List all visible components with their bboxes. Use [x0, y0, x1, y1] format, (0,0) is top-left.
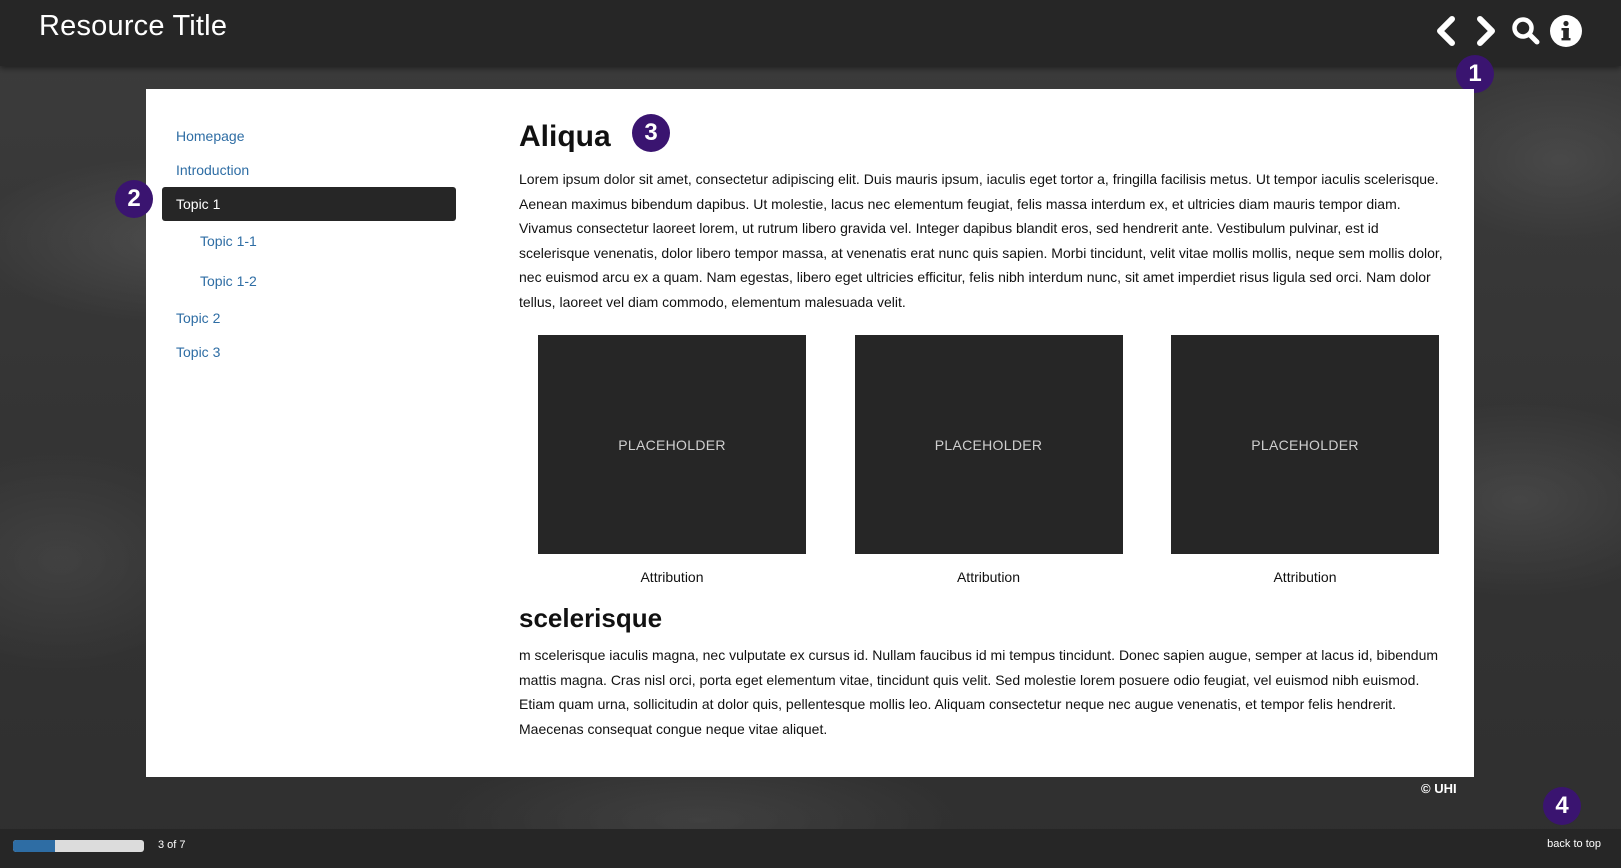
search-icon[interactable]: [1509, 14, 1543, 48]
resource-title: Resource Title: [39, 10, 228, 42]
nav-item-topic-2[interactable]: Topic 2: [162, 301, 456, 335]
content-panel: Homepage Introduction Topic 1 Topic 1-1 …: [146, 89, 1474, 777]
page-count: 3 of 7: [158, 839, 186, 851]
nav-item-topic-3[interactable]: Topic 3: [162, 335, 456, 369]
nav-item-topic-1-2[interactable]: Topic 1-2: [162, 261, 456, 301]
nav-item-topic-1[interactable]: Topic 1: [162, 187, 456, 221]
section-paragraph: m scelerisque iaculis magna, nec vulputa…: [519, 647, 1439, 737]
gallery-figure: PLACEHOLDER Attribution: [854, 335, 1123, 585]
callout-3: 3: [632, 114, 670, 152]
callout-2: 2: [115, 180, 153, 218]
main-content: Aliqua Lorem ipsum dolor sit amet, conse…: [519, 115, 1449, 741]
image-attribution: Attribution: [640, 569, 704, 585]
sidebar-nav: Homepage Introduction Topic 1 Topic 1-1 …: [162, 119, 456, 369]
gallery-figure: PLACEHOLDER Attribution: [538, 335, 806, 585]
info-icon[interactable]: [1549, 14, 1583, 48]
header-toolbar: [1429, 14, 1583, 48]
image-attribution: Attribution: [956, 569, 1021, 585]
callout-4: 4: [1543, 787, 1581, 825]
image-placeholder[interactable]: PLACEHOLDER: [1171, 335, 1439, 554]
nav-item-homepage[interactable]: Homepage: [162, 119, 456, 153]
image-gallery: PLACEHOLDER Attribution PLACEHOLDER Attr…: [519, 335, 1449, 585]
back-to-top-link[interactable]: back to top: [1547, 838, 1601, 850]
progress-fill: [13, 840, 55, 852]
image-placeholder[interactable]: PLACEHOLDER: [538, 335, 806, 554]
gallery-figure: PLACEHOLDER Attribution: [1171, 335, 1439, 585]
nav-item-introduction[interactable]: Introduction: [162, 153, 456, 187]
copyright-text: © UHI: [1421, 781, 1457, 796]
header-bar: Resource Title: [0, 0, 1621, 66]
footer-bar: 3 of 7 back to top: [0, 829, 1621, 868]
chevron-left-icon[interactable]: [1429, 14, 1463, 48]
image-placeholder[interactable]: PLACEHOLDER: [854, 335, 1123, 554]
callout-1: 1: [1456, 55, 1494, 93]
image-attribution: Attribution: [1273, 569, 1337, 585]
body-paragraph: Lorem ipsum dolor sit amet, consectetur …: [519, 171, 1443, 310]
section-heading: scelerisque: [519, 603, 663, 633]
nav-item-topic-1-1[interactable]: Topic 1-1: [162, 221, 456, 261]
chevron-right-icon[interactable]: [1469, 14, 1503, 48]
progress-bar: [13, 840, 144, 852]
